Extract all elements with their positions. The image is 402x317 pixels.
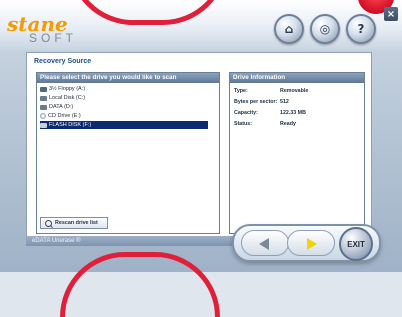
info-value: Ready [280,121,296,127]
info-value: 512 [280,99,289,105]
hard-disk-icon [40,104,47,110]
close-button[interactable]: × [384,7,398,21]
drive-list: 3½ Floppy (A:) Local Disk (C:) DATA (D:)… [37,83,219,129]
title-button-group: ⌂ ◎ ? [274,14,376,44]
info-row-status: Status: Ready [234,121,364,127]
drive-selection-box: Please select the drive you would like t… [36,72,220,234]
rescan-label: Rescan drive list [55,220,98,226]
info-row-type: Type: Removable [234,88,364,94]
hard-disk-icon [40,95,47,101]
usb-drive-icon [40,122,47,128]
recovery-source-panel: Recovery Source Please select the drive … [26,52,372,238]
drive-item-local-disk[interactable]: Local Disk (C:) [40,94,208,102]
help-icon: ? [357,22,365,36]
arrow-right-icon [307,238,317,250]
floppy-icon [40,86,47,92]
cd-icon [40,113,46,119]
info-value: 122.33 MB [280,110,306,116]
next-button[interactable] [287,230,335,256]
info-label: Type: [234,88,248,94]
info-value: Removable [280,88,309,94]
arrow-left-icon [259,238,269,250]
drive-label: DATA (D:) [49,104,74,110]
back-button[interactable] [241,230,289,256]
drive-label: FLASH DISK (F:) [49,122,92,128]
drive-label: Local Disk (C:) [49,95,86,101]
drive-label: CD Drive (E:) [48,113,81,119]
globe-icon-button[interactable]: ◎ [310,14,340,44]
navigation-bar: EXIT [232,224,381,262]
drive-information-box: Drive Information Type: Removable Bytes p… [229,72,365,234]
help-button[interactable]: ? [346,14,376,44]
rescan-drive-list-button[interactable]: Rescan drive list [40,217,108,229]
drive-item-floppy[interactable]: 3½ Floppy (A:) [40,85,208,93]
drive-label: 3½ Floppy (A:) [49,86,86,92]
globe-icon: ◎ [319,22,331,36]
info-label: Status: [234,121,252,127]
decorative-red-arc-bottom [60,252,220,317]
drive-list-header: Please select the drive you would like t… [37,73,219,83]
drive-item-cd[interactable]: CD Drive (E:) [40,112,208,120]
drive-info-header: Drive Information [230,73,364,83]
stanesoft-logo: stane SOFT [7,12,127,46]
logo-subtitle: SOFT [29,31,77,45]
magnifier-icon [45,219,52,227]
exit-button[interactable]: EXIT [339,227,373,261]
info-label: Capacity: [234,110,258,116]
trash-icon: ⌂ [284,22,294,36]
info-row-capacity: Capacity: 122.33 MB [234,110,364,116]
trash-icon-button[interactable]: ⌂ [274,14,304,44]
info-row-bytes-per-sector: Bytes per sector: 512 [234,99,364,105]
drive-item-data[interactable]: DATA (D:) [40,103,208,111]
panel-title: Recovery Source [34,58,92,65]
info-label: Bytes per sector: [234,99,278,105]
drive-item-flash-disk[interactable]: FLASH DISK (F:) [40,121,208,129]
app-window: stane SOFT ⌂ ◎ ? × Recovery Source Pleas… [0,0,402,317]
